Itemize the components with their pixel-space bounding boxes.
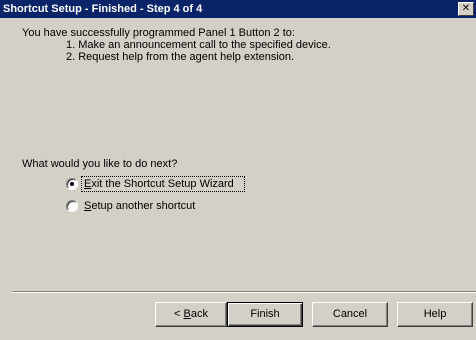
back-rest: ack [190, 308, 208, 320]
label-rest: xit the Shortcut Setup Wizard [91, 178, 234, 190]
radio-button-selected[interactable] [66, 178, 78, 190]
separator [12, 291, 476, 293]
radio-label-setup-another[interactable]: Setup another shortcut [84, 200, 195, 213]
finish-button[interactable]: Finish [227, 302, 303, 327]
next-question: What would you like to do next? [22, 158, 178, 170]
accel-key: B [183, 308, 191, 320]
window-title: Shortcut Setup - Finished - Step 4 of 4 [3, 3, 203, 15]
back-button[interactable]: < Back [155, 302, 227, 327]
back-prefix: < [174, 308, 184, 320]
summary-step-2: 2. Request help from the agent help exte… [66, 51, 295, 63]
radio-dot-icon [70, 182, 74, 186]
cancel-button[interactable]: Cancel [312, 302, 388, 327]
title-bar[interactable]: Shortcut Setup - Finished - Step 4 of 4 … [0, 0, 476, 18]
radio-button[interactable] [66, 200, 78, 212]
help-button[interactable]: Help [397, 302, 473, 327]
shortcut-setup-dialog: Shortcut Setup - Finished - Step 4 of 4 … [0, 0, 476, 340]
radio-label-exit-wizard[interactable]: Exit the Shortcut Setup Wizard [84, 178, 234, 191]
close-icon[interactable]: ✕ [458, 2, 474, 16]
label-rest: etup another shortcut [91, 200, 196, 212]
